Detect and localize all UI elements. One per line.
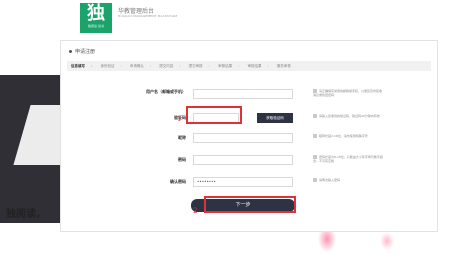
form-row-password: 密码 密码长度为6-18位，只能由大小写字母与数字组合，不可有空格 (61, 155, 439, 169)
step-item: 身份验证 › (100, 64, 121, 69)
verification-code-hint-text: 请输入您收到的验证码，验证码30分钟内有效 (319, 114, 380, 118)
chevron-right-icon: › (91, 64, 93, 68)
confirm-password-hint: 请再次输入密码 (313, 178, 383, 182)
step-label: 服务审核 (276, 63, 291, 68)
chevron-right-icon: › (149, 64, 152, 68)
step-item: 提交内容 › (159, 64, 180, 69)
step-label: 申请确认 (129, 63, 144, 68)
annotation-number-1: 1 (177, 115, 182, 123)
step-label: 审核结果 (218, 63, 233, 68)
nickname-hint-text: 昵称长度2-16位，请勿使用特殊字符 (319, 134, 368, 138)
password-label: 密码 (178, 157, 186, 162)
nickname-input[interactable] (193, 133, 293, 143)
top-header: 独 独阅读·读书 华教管理后台 HUAJIAO MANAGEMENT BACKS… (0, 0, 450, 33)
password-hint-text: 密码长度为6-18位，只能由大小写字母与数字组合，不可有空格 (313, 155, 383, 163)
confirm-password-hint-text: 请再次输入密码 (319, 178, 341, 182)
background-caption: 独阅读， (6, 209, 46, 220)
step-item: 审核结果 › (247, 64, 268, 69)
form-row-verification-code: 验证码 请输入您收到的验证码，验证码30分钟内有效 (61, 113, 439, 127)
annotation-number-2: 2 (193, 207, 198, 215)
info-icon (313, 134, 317, 138)
chevron-right-icon: › (208, 64, 211, 68)
nickname-hint: 昵称长度2-16位，请勿使用特殊字符 (313, 134, 383, 138)
bullet-icon (69, 50, 72, 53)
step-item: 申请确认 › (130, 64, 151, 69)
step-item: 提交审核 › (189, 64, 210, 69)
chevron-right-icon: › (120, 64, 122, 68)
step-label: 身份验证 (100, 63, 115, 68)
step-item: 审核结果 › (218, 64, 239, 69)
form-row-nickname: 昵称 昵称长度2-16位，请勿使用特殊字符 (61, 133, 439, 147)
username-hint-text: 请正确填写常用的邮箱或手机，以便您及时接收消息或找回密码 (313, 89, 383, 97)
verification-code-hint: 请输入您收到的验证码，验证码30分钟内有效 (313, 114, 383, 118)
annotation-highlight-next (204, 196, 296, 213)
chevron-right-icon: › (179, 64, 181, 68)
step-item: 信息填写 › (71, 64, 92, 69)
step-label: 提交内容 (159, 63, 174, 68)
logo-glyph: 独 (87, 3, 105, 24)
chevron-right-icon: › (238, 64, 240, 68)
form-row-username: 用户名（邮箱或手机） 请正确填写常用的邮箱或手机，以便您及时接收消息或找回密码 (61, 89, 439, 103)
card-title: 申请注册 (69, 48, 95, 55)
username-label: 用户名（邮箱或手机） (146, 89, 186, 94)
brand-logo[interactable]: 独 独阅读·读书 (80, 3, 112, 33)
step-label: 信息填写 (71, 63, 85, 68)
step-label: 审核结果 (247, 63, 262, 68)
info-icon (313, 178, 317, 182)
card-title-text: 申请注册 (75, 49, 96, 55)
password-hint: 密码长度为6-18位，只能由大小写字母与数字组合，不可有空格 (313, 155, 383, 163)
password-input[interactable] (193, 155, 293, 165)
nickname-label: 昵称 (178, 135, 186, 140)
username-input[interactable] (193, 89, 293, 99)
step-label: 提交审核 (188, 63, 203, 68)
form-row-confirm-password: 确认密码 •••••••• 请再次输入密码 (61, 177, 439, 191)
step-progress-bar: 信息填写 › 身份验证 › 申请确认 › 提交内容 › 提交审核 › 审核结果 › 审核结果… (67, 61, 431, 71)
site-subtitle: HUAJIAO MANAGEMENT BACKSTAGE (118, 14, 178, 18)
confirm-password-label: 确认密码 (170, 179, 186, 184)
info-icon (313, 114, 317, 118)
username-hint: 请正确填写常用的邮箱或手机，以便您及时接收消息或找回密码 (313, 89, 383, 97)
chevron-right-icon: › (267, 64, 269, 68)
logo-tagline: 独阅读·读书 (88, 24, 104, 28)
step-item: 服务审核 (277, 64, 291, 69)
confirm-password-input[interactable]: •••••••• (193, 177, 293, 187)
get-code-button[interactable]: 获取验证码 (257, 113, 293, 123)
decorative-glow (380, 232, 394, 250)
annotation-highlight-verification (186, 106, 242, 124)
